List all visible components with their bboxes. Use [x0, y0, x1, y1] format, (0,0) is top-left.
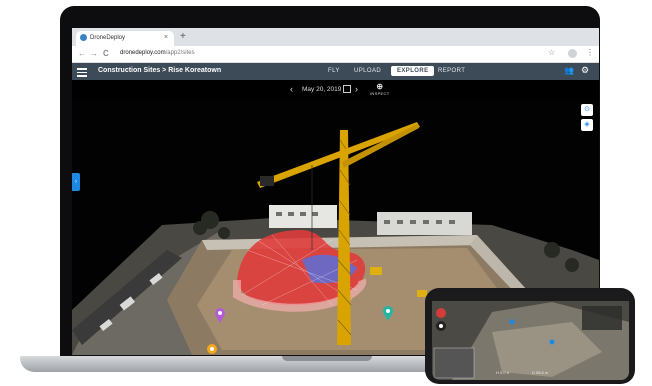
tab-title: DroneDeploy [90, 35, 126, 41]
new-tab-button[interactable]: + [180, 31, 186, 42]
tab-report[interactable]: REPORT [438, 68, 465, 74]
tab-close-icon[interactable]: × [164, 34, 168, 41]
tab-upload[interactable]: UPLOAD [354, 68, 381, 74]
back-icon[interactable]: ← [78, 49, 86, 58]
laptop-notch [282, 356, 372, 361]
url-path: /app2/sites [165, 50, 195, 56]
tab-fly[interactable]: FLY [328, 68, 340, 74]
inspect-icon: ⊕ [376, 82, 384, 91]
settings-gear-icon[interactable]: ⚙ [581, 65, 589, 76]
url-domain: dronedeploy.com [120, 50, 166, 56]
url-field[interactable]: dronedeploy.com/app2/sites [120, 50, 195, 56]
calendar-icon[interactable] [343, 85, 351, 93]
phone-distance-readout: D 58.6 m [532, 370, 549, 375]
bookmark-star-icon[interactable]: ☆ [548, 48, 555, 57]
dronedeploy-favicon-icon [80, 34, 87, 41]
next-date-icon[interactable]: › [355, 84, 358, 94]
phone-site-map[interactable] [432, 292, 629, 380]
forward-icon[interactable]: → [90, 49, 98, 58]
hamburger-menu-icon[interactable] [77, 66, 87, 77]
layers-icon[interactable]: ◈ [581, 119, 593, 131]
fit-view-icon[interactable]: ⊙ [581, 104, 593, 116]
side-panel-toggle[interactable]: › [72, 173, 80, 191]
breadcrumb[interactable]: Construction Sites > Rise Koreatown [98, 67, 221, 74]
inspect-label: INSPECT [370, 91, 390, 96]
phone-height-readout: H 0.0 ft [496, 370, 509, 375]
browser-menu-icon[interactable]: ⋮ [586, 48, 594, 57]
tab-explore[interactable]: EXPLORE [391, 66, 435, 76]
users-icon[interactable]: 👥 [564, 66, 574, 75]
date-selector-bar: ‹ May 20, 2019 › ⊕ INSPECT [72, 80, 599, 100]
browser-address-bar: ← → C dronedeploy.com/app2/sites ☆ ⋮ [72, 46, 599, 63]
current-date[interactable]: May 20, 2019 [302, 86, 341, 93]
inspect-button[interactable]: ⊕ INSPECT [370, 82, 389, 96]
marker-orange-icon[interactable] [207, 344, 217, 354]
reload-icon[interactable]: C [103, 49, 109, 58]
browser-tab-bar: DroneDeploy × + [72, 28, 599, 46]
browser-tab[interactable]: DroneDeploy × [76, 31, 174, 46]
phone-screen: H 0.0 ft D 58.6 m [432, 292, 629, 380]
app-header: Construction Sites > Rise Koreatown FLY … [72, 63, 599, 80]
profile-avatar[interactable] [568, 49, 577, 58]
previous-date-icon[interactable]: ‹ [290, 84, 293, 94]
